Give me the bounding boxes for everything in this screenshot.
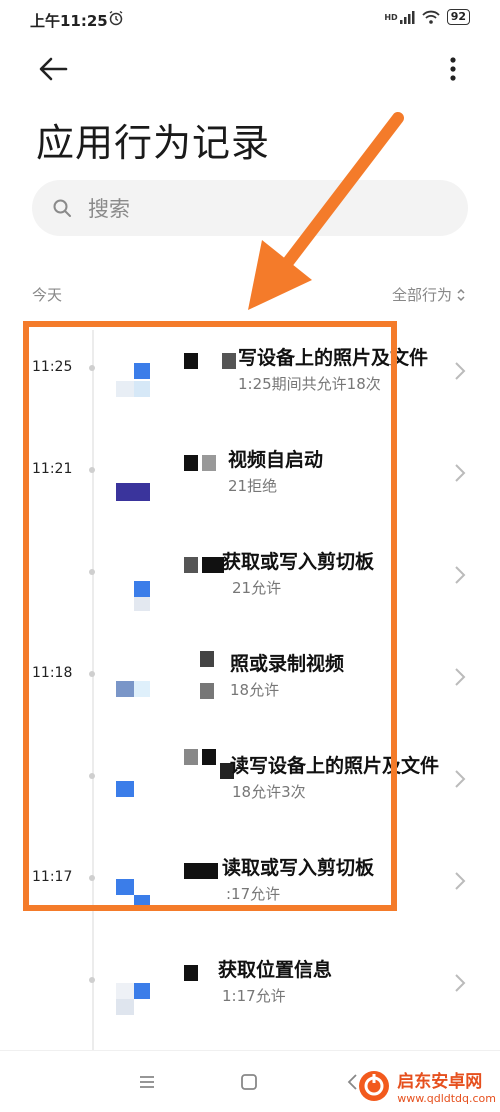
redacted-app-name (184, 965, 198, 981)
chevron-right-icon (455, 872, 466, 890)
search-input[interactable]: 搜索 (32, 180, 468, 236)
filter-dropdown[interactable]: 全部行为 (392, 284, 466, 305)
highlight-box (23, 321, 397, 911)
signal-icon (399, 11, 415, 24)
chevron-right-icon (455, 770, 466, 788)
menu-icon[interactable] (136, 1071, 158, 1093)
page-title: 应用行为记录 (36, 121, 271, 165)
wifi-icon (422, 10, 440, 24)
watermark-url: www.qdldtdq.com (397, 1092, 496, 1105)
status-time: 上午11:25 (30, 12, 108, 30)
sort-arrows-icon (457, 288, 465, 301)
watermark-name: 启东安卓网 (397, 1072, 483, 1092)
chevron-right-icon (455, 566, 466, 584)
record-subtitle: 1:17允许 (222, 987, 286, 1005)
record-title: 获取位置信息 (218, 959, 333, 981)
watermark: 启东安卓网 www.qdldtdq.com (357, 1067, 496, 1105)
more-options-button[interactable] (446, 56, 460, 84)
network-label: HD (384, 12, 398, 22)
record-row[interactable]: 获取位置信息 1:17允许 (0, 945, 500, 1045)
app-icon (116, 959, 152, 1015)
back-button[interactable] (36, 54, 72, 84)
search-placeholder: 搜索 (88, 197, 130, 221)
timeline-dot (89, 977, 95, 983)
alarm-icon (109, 10, 123, 26)
watermark-logo-icon (359, 1071, 390, 1101)
battery-indicator: 92 (446, 9, 470, 25)
home-icon[interactable] (238, 1071, 260, 1093)
filter-label: 全部行为 (391, 286, 452, 304)
chevron-right-icon (455, 362, 466, 380)
chevron-right-icon (455, 668, 466, 686)
chevron-right-icon (455, 974, 466, 992)
search-icon (53, 199, 71, 217)
status-icons: HD 92 (384, 9, 470, 25)
chevron-right-icon (455, 464, 466, 482)
section-date-label: 今天 (32, 286, 63, 304)
